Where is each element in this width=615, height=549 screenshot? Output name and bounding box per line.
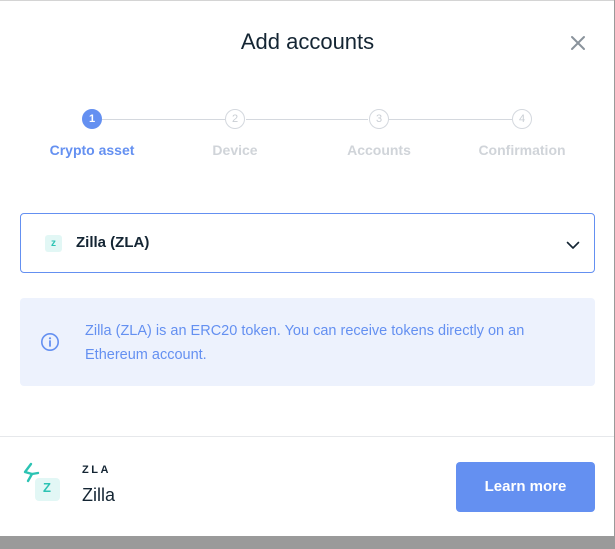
step-2-label: Device xyxy=(212,142,258,158)
selected-asset-value: Zilla (ZLA) xyxy=(76,234,150,251)
crypto-asset-select[interactable]: z Zilla (ZLA) xyxy=(20,213,595,273)
erc20-info-banner: Zilla (ZLA) is an ERC20 token. You can r… xyxy=(20,298,595,386)
zilla-token-icon: z xyxy=(45,235,62,252)
step-connector xyxy=(389,119,512,120)
step-4-indicator: 4 xyxy=(512,109,532,129)
backdrop-strip xyxy=(0,536,615,549)
step-3-indicator: 3 xyxy=(369,109,389,129)
step-1-indicator: 1 xyxy=(82,109,102,129)
asset-ticker: ZLA xyxy=(82,464,111,476)
learn-more-button[interactable]: Learn more xyxy=(456,462,595,512)
step-connector xyxy=(102,119,225,120)
step-connector xyxy=(246,119,368,120)
step-3-label: Accounts xyxy=(347,142,411,158)
stepper: 1 2 3 4 Crypto asset Device Accounts Con… xyxy=(0,1,615,171)
step-1-label: Crypto asset xyxy=(49,142,135,158)
chevron-down-icon xyxy=(566,241,580,249)
asset-name: Zilla xyxy=(82,485,116,505)
info-icon xyxy=(41,333,59,351)
zilla-logo-letter: Z xyxy=(43,480,51,495)
info-text: Zilla (ZLA) is an ERC20 token. You can r… xyxy=(85,323,525,363)
add-accounts-modal: Add accounts 1 2 3 4 Crypto asset Device… xyxy=(0,0,614,536)
step-2-indicator: 2 xyxy=(225,109,245,129)
step-4-label: Confirmation xyxy=(478,142,566,158)
footer-divider xyxy=(0,436,614,437)
